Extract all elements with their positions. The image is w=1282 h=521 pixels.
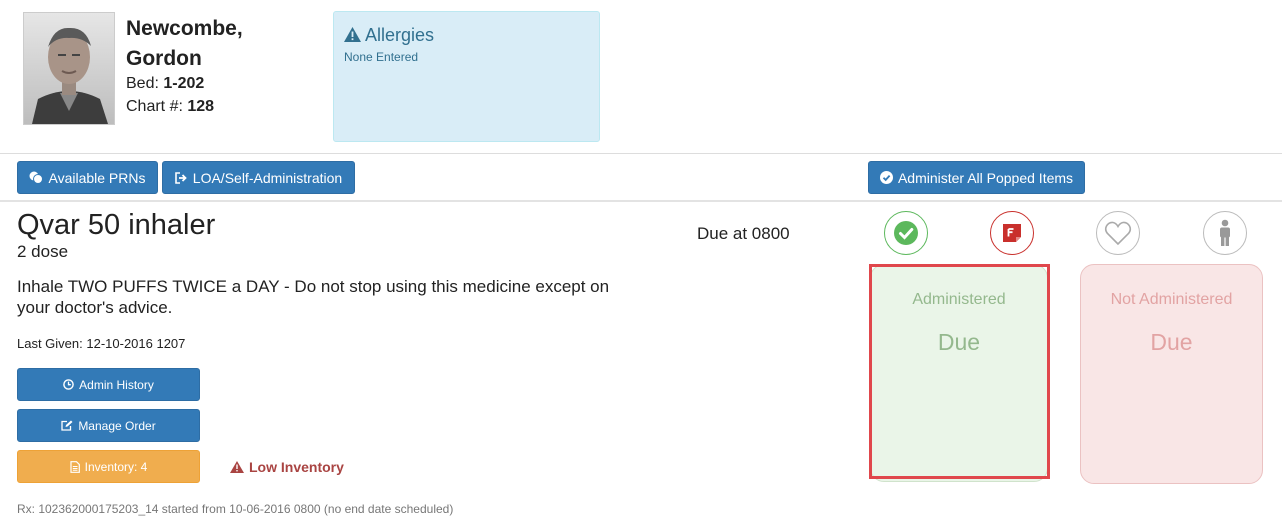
loa-self-administration-button[interactable]: LOA/Self-Administration: [162, 161, 355, 194]
bed-label: Bed:: [126, 75, 164, 92]
chart-value: 128: [187, 98, 215, 115]
administer-all-popped-items-button[interactable]: Administer All Popped Items: [868, 161, 1085, 194]
warning-icon: [344, 27, 361, 42]
toolbar-divider: [0, 200, 1282, 202]
chart-label: Chart #:: [126, 98, 188, 115]
last-given: Last Given: 12-10-2016 1207: [17, 336, 186, 351]
heart-icon: [1104, 221, 1132, 246]
rx-info: Rx: 102362000175203_14 started from 10-0…: [17, 502, 454, 516]
patient-name: Newcombe, Gordon: [126, 14, 326, 74]
loa-label: LOA/Self-Administration: [192, 169, 343, 186]
available-prns-label: Available PRNs: [48, 169, 146, 186]
pills-icon: [29, 171, 44, 184]
flag-button[interactable]: [990, 211, 1034, 255]
inventory-button[interactable]: Inventory: 4: [17, 450, 200, 483]
warning-icon: [230, 461, 244, 473]
patient-button[interactable]: [1203, 211, 1247, 255]
manage-order-label: Manage Order: [78, 418, 156, 433]
administer-all-label: Administer All Popped Items: [897, 169, 1074, 186]
patient-first-name: Gordon: [126, 47, 202, 70]
low-inventory-warning: Low Inventory: [230, 459, 344, 475]
admin-history-button[interactable]: Admin History: [17, 368, 200, 401]
medication-name: Qvar 50 inhaler: [17, 209, 216, 241]
patient-photo: [23, 12, 115, 125]
manage-order-button[interactable]: Manage Order: [17, 409, 200, 442]
vitals-button[interactable]: [1096, 211, 1140, 255]
medication-dose: 2 dose: [17, 242, 69, 261]
medication-instructions: Inhale TWO PUFFS TWICE a DAY - Do not st…: [17, 277, 610, 317]
check-circle-icon: [894, 221, 918, 245]
sign-out-icon: [174, 171, 187, 184]
not-administered-label: Not Administered: [1110, 291, 1233, 308]
not-administered-card[interactable]: Not Administered Due: [1080, 264, 1263, 484]
low-inventory-label: Low Inventory: [249, 459, 344, 475]
bed-value: 1-202: [163, 75, 205, 92]
file-text-icon: [70, 460, 80, 473]
admin-history-label: Admin History: [79, 377, 154, 392]
patient-last-name: Newcombe,: [126, 17, 243, 40]
inventory-label: Inventory: 4: [84, 459, 148, 474]
administer-check-button[interactable]: [884, 211, 928, 255]
clock-icon: [63, 379, 74, 390]
edit-icon: [61, 420, 73, 431]
patient-bed: Bed: 1-202: [126, 75, 204, 93]
allergies-panel: Allergies None Entered: [333, 11, 600, 142]
patient-chart-number: Chart #: 128: [126, 98, 214, 116]
check-circle-icon: [879, 171, 893, 184]
person-icon: [1220, 219, 1230, 246]
allergies-title-text: Allergies: [365, 25, 435, 45]
due-time: Due at 0800: [697, 224, 790, 243]
selection-highlight: [869, 264, 1050, 479]
allergies-value: None Entered: [344, 50, 419, 64]
not-administered-status: Due: [1150, 329, 1193, 355]
flag-icon: [1003, 224, 1021, 242]
available-prns-button[interactable]: Available PRNs: [17, 161, 158, 194]
header-divider: [0, 153, 1282, 154]
allergies-title: Allergies: [344, 25, 434, 46]
